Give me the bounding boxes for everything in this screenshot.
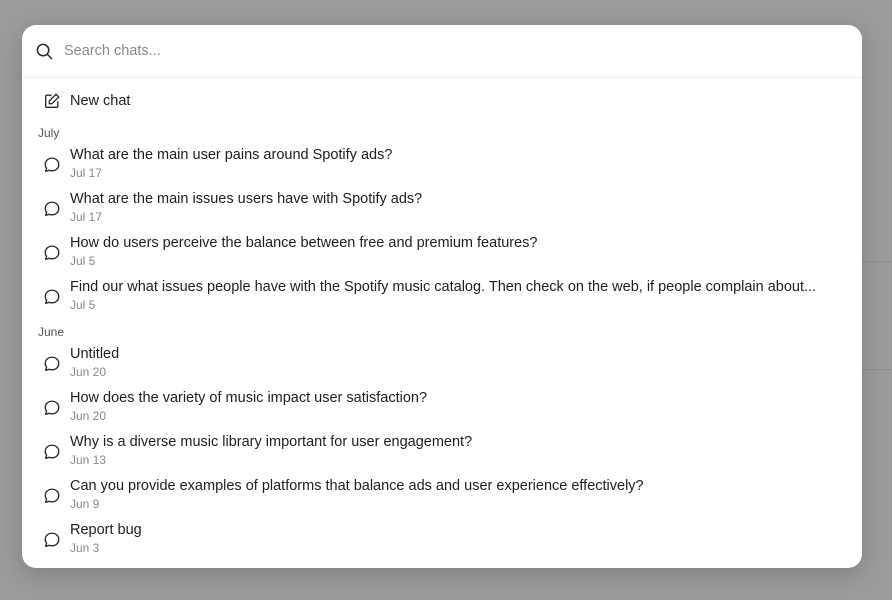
new-chat-button[interactable]: New chat: [22, 82, 862, 120]
chat-date: Jul 5: [70, 298, 96, 312]
backdrop-divider: [861, 369, 892, 370]
chat-bubble-icon: [43, 355, 61, 373]
chat-item-text: Can you provide examples of platforms th…: [70, 474, 842, 512]
chat-item-text: What are the main issues users have with…: [70, 187, 842, 225]
chat-title: Find our what issues people have with th…: [70, 279, 817, 295]
group-label-july: July: [38, 126, 60, 140]
chat-item[interactable]: Report bug Jun 3: [22, 518, 862, 562]
search-bar: [22, 25, 862, 78]
chat-bubble-icon: [43, 399, 61, 417]
chat-item-text: Why is a diverse music library important…: [70, 430, 842, 468]
chat-item[interactable]: Find our what issues people have with th…: [22, 275, 862, 319]
chat-date: Jun 20: [70, 409, 107, 423]
chat-bubble-icon: [43, 487, 61, 505]
chat-item[interactable]: Why is a diverse music library important…: [22, 430, 862, 474]
chat-bubble-icon: [43, 443, 61, 461]
chat-item[interactable]: How does the variety of music impact use…: [22, 386, 862, 430]
chat-groups: July What are the main user pains around …: [22, 123, 862, 562]
chat-bubble-icon: [43, 531, 61, 549]
edit-icon: [43, 92, 61, 110]
new-chat-label: New chat: [70, 93, 131, 109]
chat-item[interactable]: Untitled Jun 20: [22, 342, 862, 386]
chat-item-text: How does the variety of music impact use…: [70, 386, 842, 424]
chat-date: Jul 17: [70, 210, 103, 224]
chat-item[interactable]: How do users perceive the balance betwee…: [22, 231, 862, 275]
chat-item[interactable]: Can you provide examples of platforms th…: [22, 474, 862, 518]
chat-item[interactable]: What are the main user pains around Spot…: [22, 143, 862, 187]
chat-date: Jul 5: [70, 254, 96, 268]
chat-bubble-icon: [43, 156, 61, 174]
chat-date: Jun 20: [70, 365, 107, 379]
backdrop-divider: [861, 261, 892, 262]
chat-title: How do users perceive the balance betwee…: [70, 235, 538, 251]
chat-title: Report bug: [70, 522, 142, 538]
chat-item-text: Find our what issues people have with th…: [70, 275, 842, 313]
chat-item-text: How do users perceive the balance betwee…: [70, 231, 842, 269]
chat-bubble-icon: [43, 200, 61, 218]
chat-item-text: Untitled Jun 20: [70, 342, 842, 380]
chat-bubble-icon: [43, 288, 61, 306]
chat-title: Untitled: [70, 346, 120, 362]
chat-bubble-icon: [43, 244, 61, 262]
chat-date: Jun 3: [70, 541, 100, 555]
search-icon: [35, 42, 54, 61]
chat-item[interactable]: What are the main issues users have with…: [22, 187, 862, 231]
chat-search-modal: New chat July What are the main user pain…: [22, 25, 862, 568]
chat-date: Jun 9: [70, 497, 100, 511]
chat-item-text: Report bug Jun 3: [70, 518, 842, 556]
chat-title: Can you provide examples of platforms th…: [70, 478, 644, 494]
chat-item-text: What are the main user pains around Spot…: [70, 143, 842, 181]
group-label-june: June: [38, 325, 65, 339]
chat-date: Jul 17: [70, 166, 103, 180]
chat-title: Why is a diverse music library important…: [70, 434, 473, 450]
chat-title: How does the variety of music impact use…: [70, 390, 428, 406]
chat-title: What are the main issues users have with…: [70, 191, 423, 207]
search-input[interactable]: [64, 36, 824, 66]
chat-title: What are the main user pains around Spot…: [70, 147, 393, 163]
chat-date: Jun 13: [70, 453, 107, 467]
chat-list: New chat July What are the main user pain…: [22, 79, 862, 568]
